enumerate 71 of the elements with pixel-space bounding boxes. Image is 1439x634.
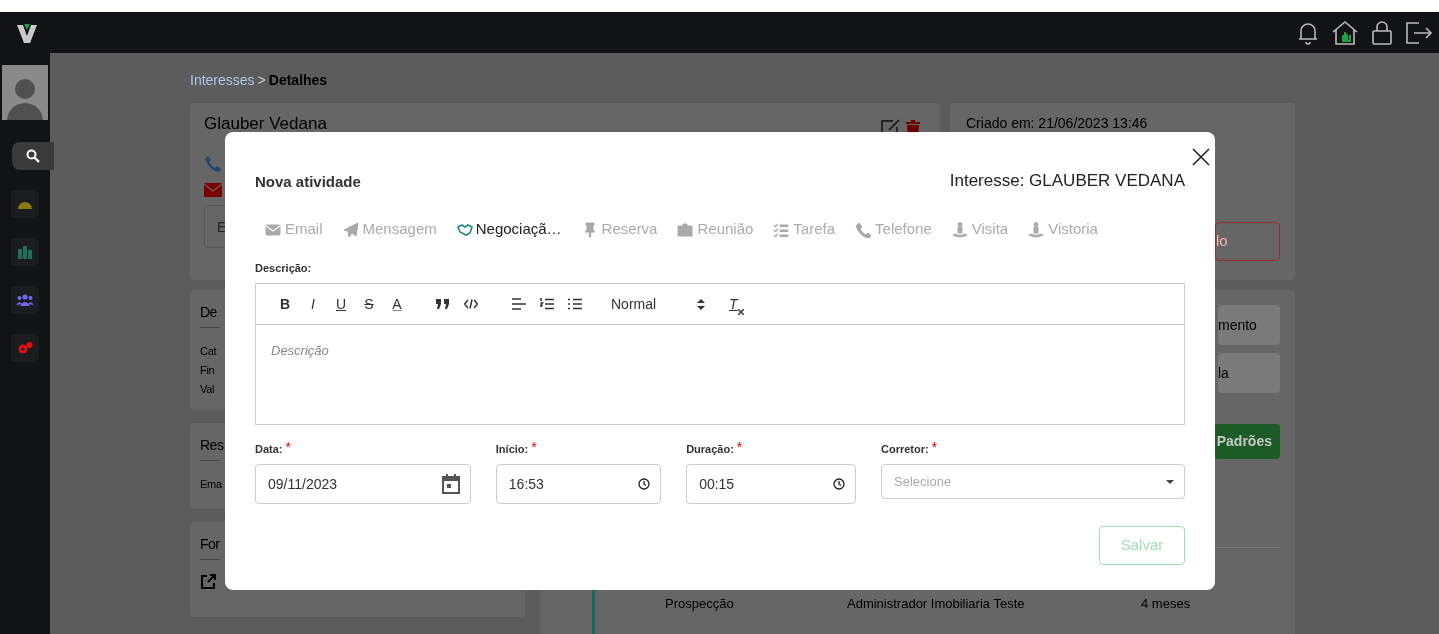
strike-button[interactable]: S [355,293,383,315]
time-field[interactable]: 00:15 [686,464,856,504]
field-label: Início: [495,442,529,457]
task-list-icon [773,221,790,238]
field-text: Val [200,382,215,397]
quote-icon[interactable] [436,299,450,309]
underline-button[interactable]: U [327,293,355,315]
bullet-list-icon[interactable] [568,298,582,310]
time-text: 4 meses [1141,595,1191,613]
modal-title: Nova atividade [255,172,361,192]
calendar-icon [441,474,460,494]
required-mark: * [931,441,938,453]
search-button[interactable] [12,142,54,170]
action-button[interactable]: mento [1218,305,1280,345]
breadcrumb-separator: > [257,70,266,90]
house-icon[interactable] [1331,19,1359,46]
close-icon[interactable] [1192,148,1210,166]
user-text: Administrador Imobiliaria Teste [847,595,1026,613]
card-title: Res [200,436,224,455]
align-left-icon[interactable] [512,298,526,310]
code-icon[interactable] [464,299,478,309]
defaults-button[interactable]: Padrões [1214,424,1280,459]
bell-icon[interactable] [1297,20,1319,45]
phone-icon [855,221,872,238]
card-title: De [200,303,217,322]
field-label: Data: [255,442,283,457]
envelope-icon [265,221,281,238]
created-date: Criado em: 21/06/2023 13:46 [966,114,1148,133]
rich-text-editor[interactable]: B I U S A Normal T Descrição [255,283,1185,425]
paper-plane-icon [342,221,359,238]
italic-button[interactable]: I [299,293,327,315]
breadcrumb-current: Detalhes [268,70,328,90]
search-icon [26,149,40,163]
person-pin-icon [951,221,968,238]
logo-icon[interactable] [16,21,38,44]
person-pin-icon [1028,221,1045,238]
card-title: For [200,535,220,554]
required-mark: * [531,441,537,453]
bold-button[interactable]: B [271,293,299,315]
field-text: Ema [200,477,222,492]
text-color-button[interactable]: A [383,293,411,315]
ordered-list-icon[interactable] [540,298,554,310]
external-link-icon[interactable] [200,574,216,590]
required-mark: * [285,441,291,453]
x-icon [737,308,744,315]
action-button[interactable]: la [1218,353,1280,393]
avatar [2,65,48,120]
stage-text: Prospecção [665,595,735,613]
briefcase-icon [677,221,694,238]
field-label: Duração: [686,442,734,457]
clear-format-button[interactable]: T [729,293,744,315]
editor-placeholder: Descrição [271,342,330,360]
field-label: Corretor: [881,442,929,457]
field-label: Descrição: [255,260,313,276]
activity-tab[interactable]: Negociaçã… [456,218,562,241]
field-text: Cat [200,344,217,359]
field-text: Fin [200,363,215,378]
modal-subtitle: Interesse: GLAUBER VEDANA [949,170,1185,192]
caret-icon [1166,479,1174,484]
logout-icon[interactable] [1405,20,1433,45]
required-mark: * [736,441,743,453]
users-icon[interactable] [16,294,34,306]
breadcrumb-link[interactable]: Interesses [190,69,255,91]
sort-icon [697,298,705,310]
clock-icon [833,478,845,490]
lead-name: Glauber Vedana [204,113,327,136]
format-dropdown[interactable]: Normal [611,293,705,315]
clock-icon [638,478,651,490]
date-field[interactable]: 09/11/2023 [255,464,471,504]
time-field[interactable]: 16:53 [495,464,662,504]
lock-icon[interactable] [1371,20,1393,45]
